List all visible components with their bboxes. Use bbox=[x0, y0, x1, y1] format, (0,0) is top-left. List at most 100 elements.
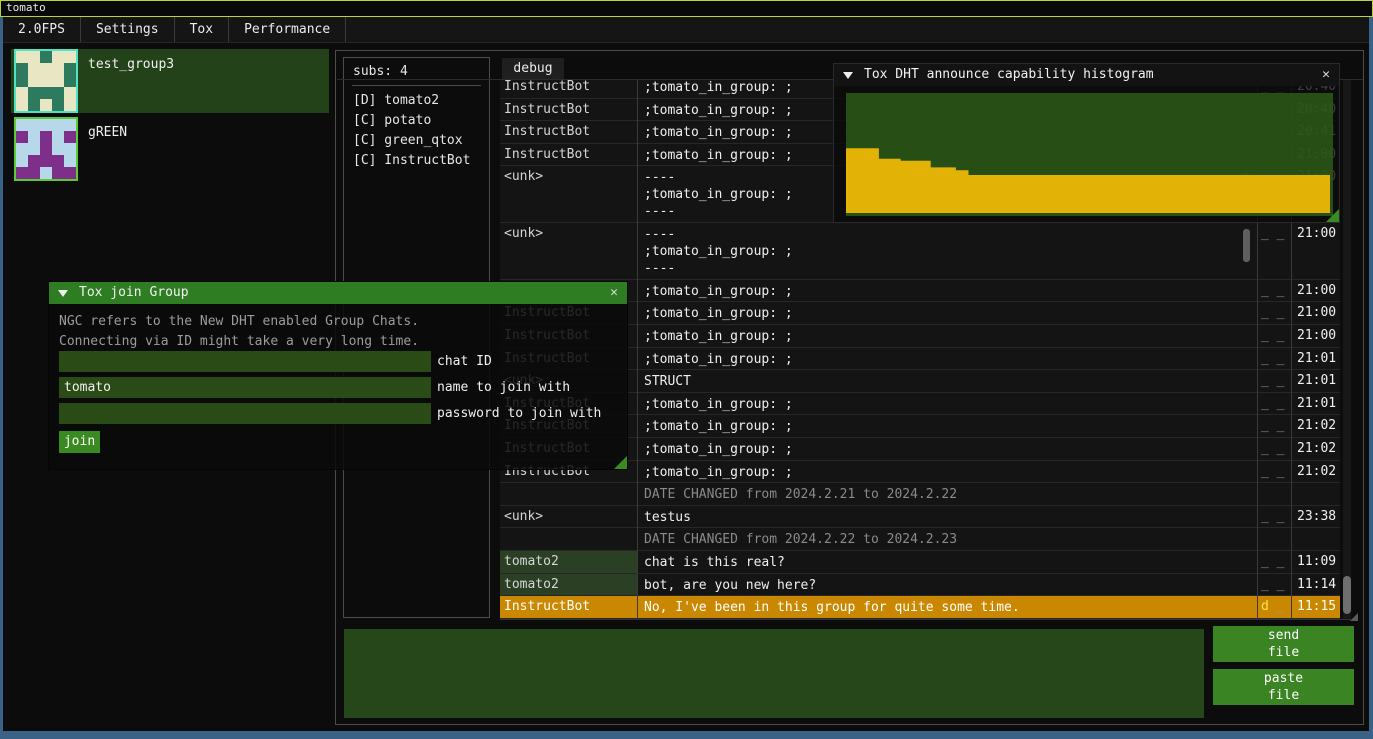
avatar-pixel bbox=[16, 63, 28, 75]
sender-cell: InstructBot bbox=[504, 147, 634, 162]
time-cell: 21:01 bbox=[1297, 373, 1336, 388]
join-window-body: NGC refers to the New DHT enabled Group … bbox=[49, 304, 627, 469]
time-cell: 23:38 bbox=[1297, 509, 1336, 524]
group-avatar bbox=[14, 117, 78, 181]
resize-grip[interactable] bbox=[1326, 209, 1339, 222]
message-input[interactable] bbox=[344, 629, 1204, 718]
avatar-pixel bbox=[40, 87, 52, 99]
avatar-pixel bbox=[28, 143, 40, 155]
time-cell: 11:09 bbox=[1297, 554, 1336, 569]
join-window-titlebar[interactable]: Tox join Group ✕ bbox=[49, 282, 627, 304]
group-avatar bbox=[14, 49, 78, 113]
message-cell: bot, are you new here? bbox=[644, 577, 1254, 594]
time-cell: 21:00 bbox=[1297, 328, 1336, 343]
avatar-pixel bbox=[52, 87, 64, 99]
histogram-window-body bbox=[834, 86, 1339, 222]
avatar-pixel bbox=[40, 99, 52, 111]
sender-cell: tomato2 bbox=[504, 554, 634, 569]
chat-scrollbar[interactable] bbox=[1343, 80, 1351, 619]
avatar-pixel bbox=[64, 167, 76, 179]
close-icon[interactable]: ✕ bbox=[1318, 67, 1334, 83]
message-cell: chat is this real? bbox=[644, 554, 1254, 571]
status-cell: _ _ bbox=[1261, 509, 1284, 524]
table-resize-grip[interactable] bbox=[1350, 613, 1358, 621]
avatar-pixel bbox=[40, 75, 52, 87]
chat-id-input-label: chat ID bbox=[437, 354, 492, 369]
histogram-bars bbox=[846, 93, 1333, 216]
message-cell: ---- ;tomato_in_group: ; ---- bbox=[644, 226, 1254, 277]
avatar-pixel bbox=[16, 155, 28, 167]
chat-scrollbar-thumb[interactable] bbox=[1343, 576, 1351, 614]
status-cell: _ _ bbox=[1261, 305, 1284, 320]
message-row[interactable]: <unk> testus _ _ 23:38 bbox=[500, 506, 1340, 529]
tab-debug[interactable]: debug bbox=[502, 58, 564, 79]
avatar-pixel bbox=[64, 155, 76, 167]
message-cell: ;tomato_in_group: ; bbox=[644, 441, 1254, 458]
avatar-pixel bbox=[28, 167, 40, 179]
avatar-pixel bbox=[40, 63, 52, 75]
join-button[interactable]: join bbox=[59, 431, 100, 453]
sender-cell: InstructBot bbox=[504, 124, 634, 139]
sender-cell: InstructBot bbox=[504, 102, 634, 117]
menu-bar: 2.0FPSSettingsToxPerformance bbox=[3, 17, 1369, 43]
status-cell: _ _ bbox=[1261, 554, 1284, 569]
avatar-pixel bbox=[64, 99, 76, 111]
menu-item-tox[interactable]: Tox bbox=[175, 17, 229, 42]
group-row-gREEN[interactable]: gREEN bbox=[11, 117, 329, 181]
delivered-mark: d bbox=[1261, 599, 1269, 614]
time-cell: 21:01 bbox=[1297, 396, 1336, 411]
avatar-pixel bbox=[52, 167, 64, 179]
time-cell: 21:02 bbox=[1297, 464, 1336, 479]
close-icon[interactable]: ✕ bbox=[606, 285, 622, 301]
message-row[interactable]: <unk>---- ;tomato_in_group: ; ----_ _21:… bbox=[500, 223, 1340, 280]
collapse-icon[interactable] bbox=[58, 290, 68, 297]
avatar-pixel bbox=[64, 131, 76, 143]
status-cell: _ _ bbox=[1261, 464, 1284, 479]
message-row[interactable]: DATE CHANGED from 2024.2.22 to 2024.2.23 bbox=[500, 528, 1340, 551]
name-input-label: name to join with bbox=[437, 380, 570, 395]
name-input[interactable]: tomato bbox=[59, 377, 431, 398]
avatar-pixel bbox=[40, 131, 52, 143]
message-row[interactable]: InstructBotNo, I've been in this group f… bbox=[500, 596, 1340, 619]
avatar-pixel bbox=[28, 87, 40, 99]
time-cell: 21:00 bbox=[1297, 305, 1336, 320]
message-cell: ;tomato_in_group: ; bbox=[644, 328, 1254, 345]
avatar-pixel bbox=[52, 75, 64, 87]
send-file-button[interactable]: send file bbox=[1213, 626, 1354, 662]
message-cell: testus bbox=[644, 509, 1254, 526]
sender-cell: <unk> bbox=[504, 509, 634, 524]
avatar-pixel bbox=[16, 51, 28, 63]
message-cell: ;tomato_in_group: ; bbox=[644, 464, 1254, 481]
chat-id-input[interactable] bbox=[59, 351, 431, 372]
collapse-icon[interactable] bbox=[843, 72, 853, 79]
column-separator bbox=[637, 80, 638, 619]
avatar-pixel bbox=[40, 143, 52, 155]
time-cell: 21:02 bbox=[1297, 441, 1336, 456]
status-cell: d _ bbox=[1261, 599, 1284, 614]
message-row[interactable]: DATE CHANGED from 2024.2.21 to 2024.2.22 bbox=[500, 483, 1340, 506]
avatar-pixel bbox=[16, 87, 28, 99]
group-row-test_group3[interactable]: test_group3 bbox=[11, 49, 329, 113]
histogram-window: Tox DHT announce capability histogram ✕ bbox=[833, 63, 1340, 223]
avatar-pixel bbox=[52, 51, 64, 63]
sender-cell: <unk> bbox=[504, 226, 634, 241]
cell-scrollbar-thumb[interactable] bbox=[1243, 229, 1250, 262]
group-name: gREEN bbox=[88, 125, 127, 140]
avatar-pixel bbox=[28, 63, 40, 75]
password-input[interactable] bbox=[59, 403, 431, 424]
message-cell: ;tomato_in_group: ; bbox=[644, 283, 1254, 300]
message-row[interactable]: tomato2 chat is this real? _ _ 11:09 bbox=[500, 551, 1340, 574]
message-cell: ;tomato_in_group: ; bbox=[644, 418, 1254, 435]
status-cell: _ _ bbox=[1261, 418, 1284, 433]
histogram-window-title: Tox DHT announce capability histogram bbox=[864, 64, 1154, 86]
status-cell: _ _ bbox=[1261, 283, 1284, 298]
histogram-window-titlebar[interactable]: Tox DHT announce capability histogram ✕ bbox=[834, 64, 1339, 86]
date-changed-label: DATE CHANGED from 2024.2.21 to 2024.2.22 bbox=[644, 486, 1254, 503]
menu-item-performance[interactable]: Performance bbox=[229, 17, 346, 42]
message-row[interactable]: tomato2bot, are you new here?_ _11:14 bbox=[500, 574, 1340, 597]
status-cell: _ _ bbox=[1261, 373, 1284, 388]
window-title: tomato bbox=[6, 1, 46, 14]
resize-grip[interactable] bbox=[614, 456, 627, 469]
paste-file-button[interactable]: paste file bbox=[1213, 669, 1354, 705]
menu-item-settings[interactable]: Settings bbox=[81, 17, 175, 42]
